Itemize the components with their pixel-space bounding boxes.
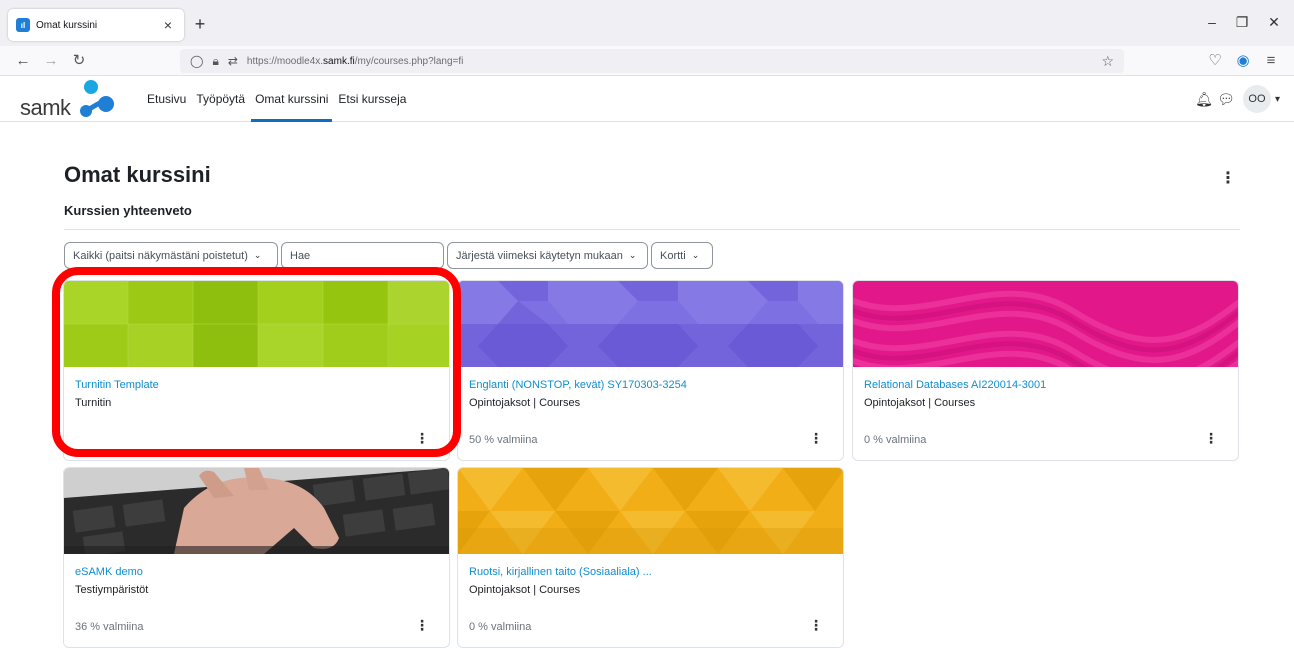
course-actions-icon[interactable]: ⋮ — [415, 617, 429, 634]
close-tab-icon[interactable]: × — [160, 17, 176, 33]
grouping-label: Kaikki (paitsi näkymästäni poistetut) — [73, 249, 248, 262]
address-bar[interactable]: ◯ 🔒︎ ⇄ https://moodle4x.samk.fi/my/cours… — [180, 49, 1124, 73]
course-card[interactable]: Turnitin Template Turnitin ⋮ — [63, 280, 450, 461]
url-text: https://moodle4x.samk.fi/my/courses.php?… — [246, 55, 464, 67]
course-image-yellow-triangles[interactable] — [458, 468, 843, 554]
logo-text: samk — [20, 95, 71, 120]
course-actions-icon[interactable]: ⋮ — [415, 430, 429, 447]
browser-tab-bar: ıl Omat kurssini × + – ❐ ✕ — [0, 0, 1294, 46]
nav-my-courses[interactable]: Omat kurssini — [251, 76, 333, 122]
tab-title: Omat kurssini — [36, 19, 98, 31]
message-icon[interactable]: 💬︎ — [1215, 91, 1237, 108]
course-category: Opintojaksot | Courses — [864, 397, 976, 409]
page-title: Omat kurssini — [64, 162, 211, 187]
lock-icon[interactable]: 🔒︎ — [212, 54, 218, 69]
course-image-green-tiles[interactable] — [64, 281, 449, 367]
course-link[interactable]: eSAMK demo — [75, 566, 143, 578]
course-image-purple-octagons[interactable] — [458, 281, 843, 367]
course-progress: 0 % valmiina — [469, 621, 532, 633]
chevron-down-icon: ⌄ — [628, 250, 637, 260]
course-progress: 50 % valmiina — [469, 434, 538, 446]
course-card[interactable]: Englanti (NONSTOP, kevät) SY170303-3254 … — [457, 280, 844, 461]
bookmark-star-icon[interactable]: ☆ — [1101, 53, 1114, 70]
course-category: Turnitin — [75, 397, 112, 409]
page-actions-icon[interactable]: ⋮ — [1220, 168, 1236, 188]
view-label: Kortti — [660, 249, 686, 262]
grouping-dropdown[interactable]: Kaikki (paitsi näkymästäni poistetut) ⌄ — [64, 242, 278, 269]
permissions-icon[interactable]: ⇄ — [228, 54, 238, 68]
samk-logo[interactable]: samk — [20, 78, 120, 120]
block-title: Kurssien yhteenveto — [64, 203, 192, 218]
reload-icon[interactable]: ↻ — [70, 52, 88, 70]
nav-find-courses[interactable]: Etsi kursseja — [334, 76, 410, 122]
chevron-down-icon[interactable]: ▾ — [1275, 94, 1280, 105]
course-actions-icon[interactable]: ⋮ — [809, 617, 823, 634]
user-area: 🔔︎ 💬︎ OO ▾ — [1193, 85, 1280, 113]
course-card[interactable]: Ruotsi, kirjallinen taito (Sosiaaliala) … — [457, 467, 844, 648]
course-category: Opintojaksot | Courses — [469, 584, 581, 596]
course-progress: 0 % valmiina — [864, 434, 927, 446]
minimize-window-icon[interactable]: – — [1202, 14, 1222, 30]
course-link[interactable]: Relational Databases AI220014-3001 — [864, 379, 1046, 391]
course-card[interactable]: eSAMK demo Testiympäristöt 36 % valmiina… — [63, 467, 450, 648]
pocket-icon[interactable]: ♡ — [1206, 52, 1224, 70]
back-icon[interactable]: ← — [14, 52, 32, 70]
course-link[interactable]: Ruotsi, kirjallinen taito (Sosiaaliala) … — [469, 566, 652, 578]
sort-label: Järjestä viimeksi käytetyn mukaan — [456, 249, 623, 262]
browser-nav-bar: ← → ↻ ◯ 🔒︎ ⇄ https://moodle4x.samk.fi/my… — [0, 46, 1294, 76]
course-progress: 36 % valmiina — [75, 621, 144, 633]
nav-dashboard[interactable]: Työpöytä — [192, 76, 249, 122]
course-actions-icon[interactable]: ⋮ — [1204, 430, 1218, 447]
browser-tab[interactable]: ıl Omat kurssini × — [8, 9, 184, 41]
course-category: Opintojaksot | Courses — [469, 397, 581, 409]
menu-icon[interactable]: ≡ — [1262, 52, 1280, 70]
shield-icon[interactable]: ◯ — [190, 54, 203, 68]
course-actions-icon[interactable]: ⋮ — [809, 430, 823, 447]
search-input[interactable] — [281, 242, 444, 269]
restore-window-icon[interactable]: ❐ — [1232, 14, 1252, 31]
primary-navigation: Etusivu Työpöytä Omat kurssini Etsi kurs… — [143, 76, 412, 122]
avatar[interactable]: OO — [1242, 85, 1271, 113]
sort-dropdown[interactable]: Järjestä viimeksi käytetyn mukaan ⌄ — [447, 242, 648, 269]
course-image-pink-waves[interactable] — [853, 281, 1238, 367]
close-window-icon[interactable]: ✕ — [1264, 14, 1284, 31]
view-dropdown[interactable]: Kortti ⌄ — [651, 242, 713, 269]
chevron-down-icon: ⌄ — [691, 250, 700, 260]
course-card[interactable]: Relational Databases AI220014-3001 Opint… — [852, 280, 1239, 461]
bell-icon[interactable]: 🔔︎ — [1193, 91, 1215, 108]
course-image-keyboard-photo[interactable] — [64, 468, 449, 554]
site-header: samk Etusivu Työpöytä Omat kurssini Etsi… — [0, 76, 1294, 122]
divider — [64, 229, 1240, 230]
extension-icon[interactable]: ◉ — [1234, 52, 1252, 70]
chevron-down-icon: ⌄ — [253, 250, 262, 260]
course-category: Testiympäristöt — [75, 584, 149, 596]
nav-home[interactable]: Etusivu — [143, 76, 190, 122]
course-link[interactable]: Englanti (NONSTOP, kevät) SY170303-3254 — [469, 379, 687, 391]
moodle-favicon-icon: ıl — [16, 18, 30, 32]
forward-icon[interactable]: → — [42, 52, 60, 70]
course-link[interactable]: Turnitin Template — [75, 379, 159, 391]
new-tab-icon[interactable]: + — [190, 14, 210, 35]
